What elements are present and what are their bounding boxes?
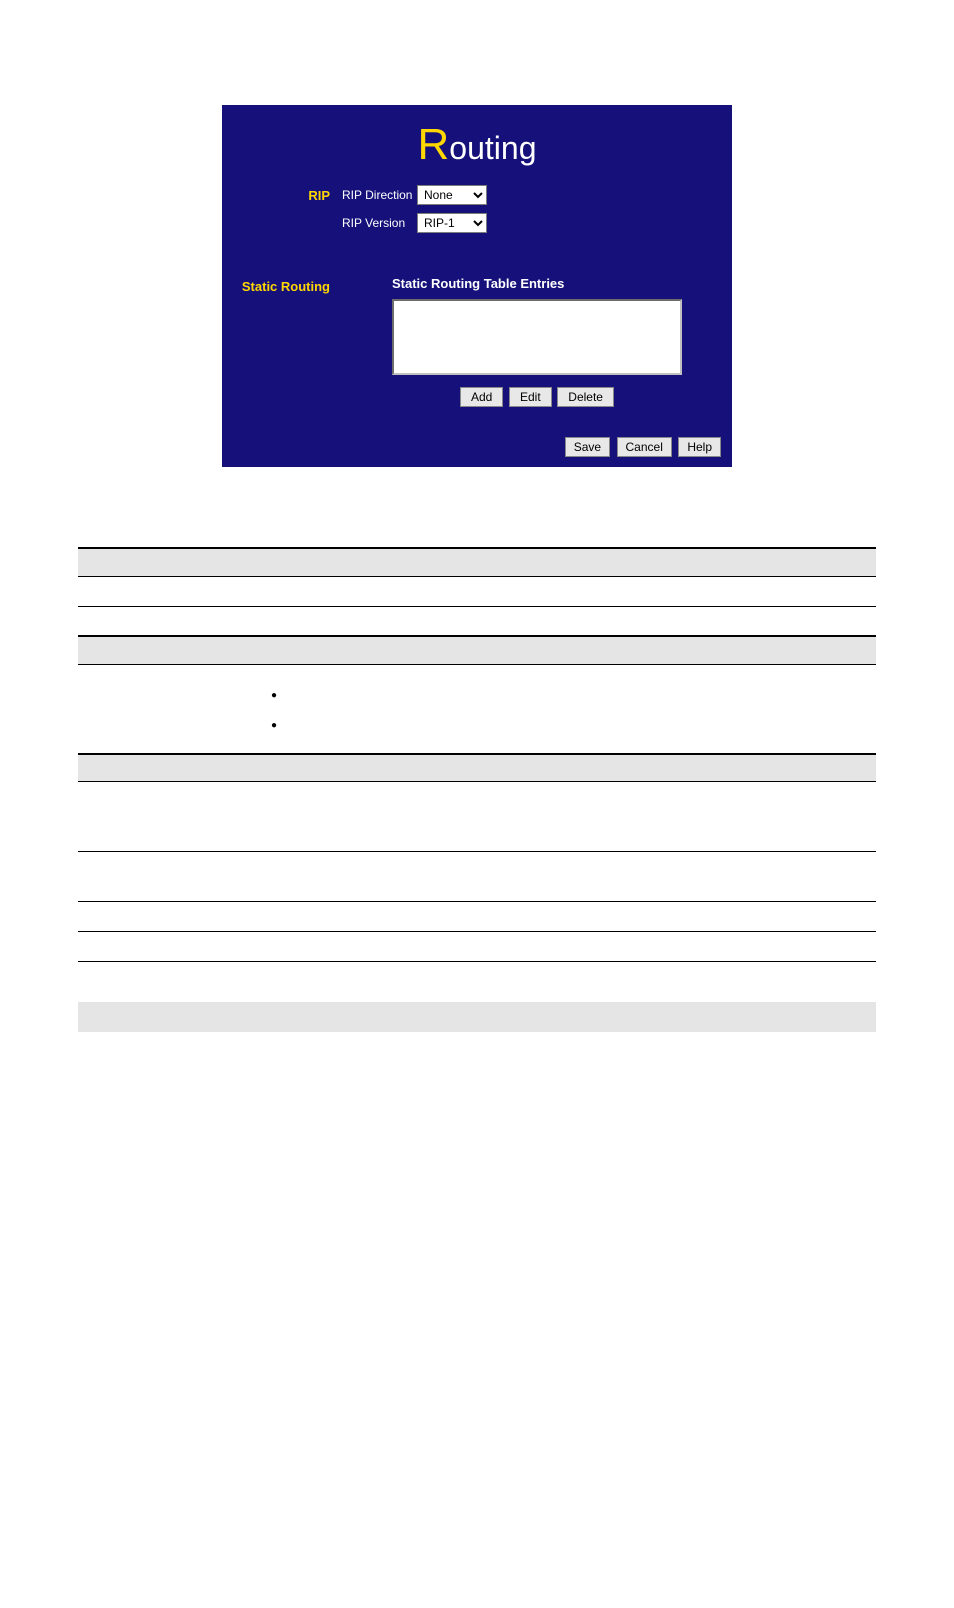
table-row <box>78 902 876 932</box>
static-routing-section: Static Routing Static Routing Table Entr… <box>232 276 722 407</box>
title-rest: outing <box>449 130 536 166</box>
add-button[interactable]: Add <box>460 387 503 407</box>
rip-version-select[interactable]: RIP-1 <box>417 213 487 233</box>
static-routing-label: Static Routing <box>232 276 342 407</box>
rip-version-label: RIP Version <box>342 216 417 230</box>
table-header-row <box>78 548 876 576</box>
footer-buttons: Save Cancel Help <box>232 437 722 457</box>
list-item <box>271 685 868 703</box>
rip-direction-row: RIP Direction None <box>342 185 722 205</box>
static-routing-content: Static Routing Table Entries Add Edit De… <box>342 276 722 407</box>
doc-table-area <box>78 547 876 962</box>
table-cell <box>253 636 876 664</box>
table-cell <box>253 932 876 962</box>
save-button[interactable]: Save <box>565 437 610 457</box>
rip-direction-select[interactable]: None <box>417 185 487 205</box>
table-cell <box>78 754 253 782</box>
footer-bar <box>78 1002 876 1032</box>
table-row <box>78 932 876 962</box>
table-cell <box>78 664 253 754</box>
rip-section-label: RIP <box>232 185 342 241</box>
table-header-row <box>78 636 876 664</box>
doc-table <box>78 547 876 962</box>
table-cell <box>78 902 253 932</box>
bullet-list <box>271 685 868 733</box>
entry-buttons-row: Add Edit Delete <box>392 387 682 407</box>
table-row <box>78 606 876 636</box>
table-cell <box>253 548 876 576</box>
cancel-button[interactable]: Cancel <box>617 437 672 457</box>
table-header-row <box>78 754 876 782</box>
table-cell <box>78 852 253 902</box>
rip-section: RIP RIP Direction None RIP Version RIP-1 <box>232 185 722 241</box>
list-item <box>271 715 868 733</box>
table-row <box>78 852 876 902</box>
title-first-letter: R <box>418 120 450 169</box>
table-cell <box>78 606 253 636</box>
table-row <box>78 782 876 852</box>
table-cell <box>253 576 876 606</box>
help-button[interactable]: Help <box>678 437 721 457</box>
rip-section-content: RIP Direction None RIP Version RIP-1 <box>342 185 722 241</box>
rip-version-row: RIP Version RIP-1 <box>342 213 722 233</box>
table-cell <box>253 782 876 852</box>
routing-entries-listbox[interactable] <box>392 299 682 375</box>
table-row <box>78 576 876 606</box>
table-cell <box>253 754 876 782</box>
delete-button[interactable]: Delete <box>557 387 614 407</box>
table-cell <box>253 852 876 902</box>
rip-direction-label: RIP Direction <box>342 188 417 202</box>
edit-button[interactable]: Edit <box>509 387 552 407</box>
table-cell <box>78 636 253 664</box>
table-cell <box>78 782 253 852</box>
panel-title: Routing <box>232 120 722 170</box>
routing-panel: Routing RIP RIP Direction None RIP Versi… <box>222 105 732 467</box>
table-cell <box>253 664 876 754</box>
table-cell <box>78 576 253 606</box>
table-row <box>78 664 876 754</box>
table-cell <box>253 606 876 636</box>
table-cell <box>253 902 876 932</box>
table-cell <box>78 932 253 962</box>
entries-label: Static Routing Table Entries <box>392 276 722 291</box>
table-cell <box>78 548 253 576</box>
